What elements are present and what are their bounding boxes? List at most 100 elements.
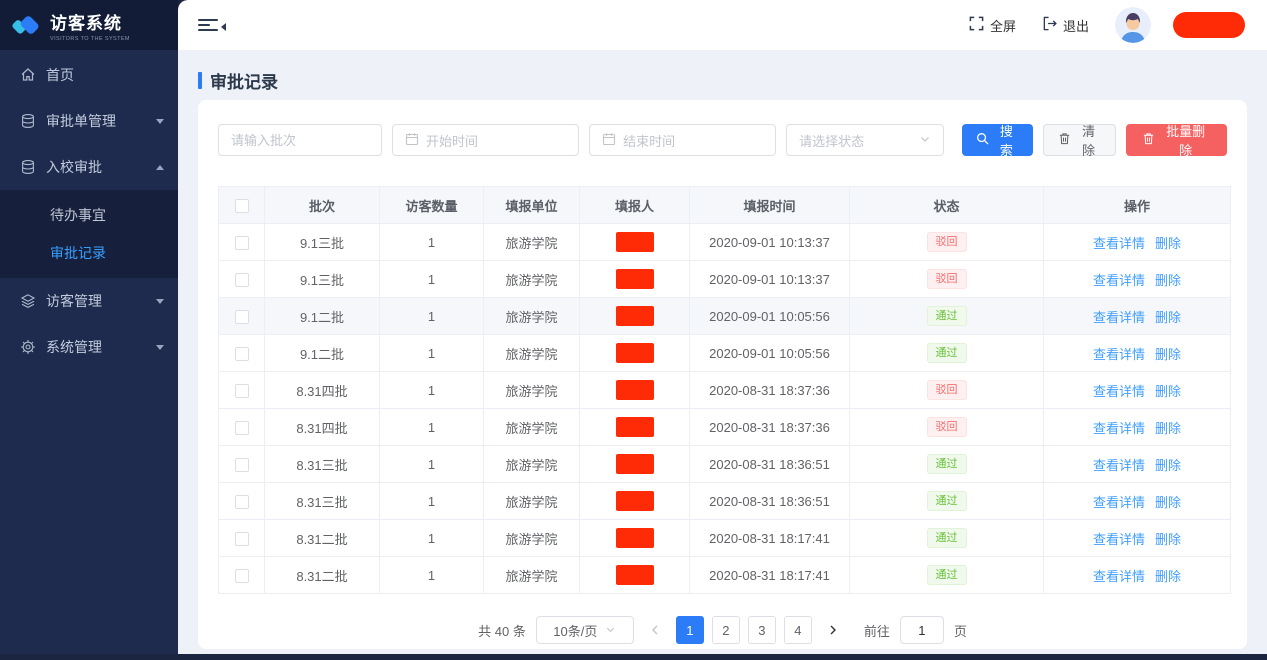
sidebar-item-label: 审批记录 <box>50 243 106 263</box>
row-checkbox[interactable] <box>235 347 249 361</box>
chevron-down-icon <box>156 119 164 124</box>
table-row: 8.31三批1旅游学院2020-08-31 18:36:51通过查看详情删除 <box>219 483 1231 520</box>
sidebar-item-approval-records[interactable]: 审批记录 <box>0 234 178 272</box>
delete-link[interactable]: 删除 <box>1155 421 1181 436</box>
delete-link[interactable]: 删除 <box>1155 384 1181 399</box>
page-button-4[interactable]: 4 <box>784 616 812 644</box>
page-size-select[interactable]: 10条/页 <box>536 616 634 644</box>
cell-visitor-count: 1 <box>380 261 484 298</box>
table-row: 9.1三批1旅游学院2020-09-01 10:13:37驳回查看详情删除 <box>219 224 1231 261</box>
cell-status: 通过 <box>850 520 1044 557</box>
goto-page-input[interactable] <box>900 616 944 644</box>
cell-report-time: 2020-08-31 18:17:41 <box>690 520 850 557</box>
cell-batch: 8.31二批 <box>265 520 380 557</box>
page-title-row: 审批记录 <box>198 60 1247 100</box>
clear-label: 清除 <box>1076 121 1101 159</box>
gear-icon <box>20 339 36 355</box>
avatar[interactable] <box>1115 7 1151 43</box>
page-button-3[interactable]: 3 <box>748 616 776 644</box>
fullscreen-button[interactable]: 全屏 <box>969 16 1016 35</box>
view-detail-link[interactable]: 查看详情 <box>1093 310 1145 325</box>
row-checkbox[interactable] <box>235 569 249 583</box>
sidebar-item-label: 首页 <box>46 65 74 85</box>
sidebar-item-campus-entry-approval[interactable]: 入校审批 <box>0 144 178 190</box>
logo-subtitle: VISITORS TO THE SYSTEM <box>50 36 130 42</box>
delete-link[interactable]: 删除 <box>1155 347 1181 362</box>
next-page-button[interactable] <box>822 624 844 636</box>
sidebar-item-system-management[interactable]: 系统管理 <box>0 324 178 370</box>
logo: 访客系统 VISITORS TO THE SYSTEM <box>0 0 178 50</box>
logout-button[interactable]: 退出 <box>1042 16 1089 35</box>
filter-bar: 开始时间 结束时间 请选择状态 <box>218 124 1227 156</box>
search-button[interactable]: 搜索 <box>962 124 1033 156</box>
cell-batch: 8.31三批 <box>265 483 380 520</box>
cell-unit: 旅游学院 <box>484 446 580 483</box>
view-detail-link[interactable]: 查看详情 <box>1093 273 1145 288</box>
view-detail-link[interactable]: 查看详情 <box>1093 347 1145 362</box>
prev-page-button[interactable] <box>644 624 666 636</box>
delete-link[interactable]: 删除 <box>1155 273 1181 288</box>
row-checkbox[interactable] <box>235 236 249 250</box>
delete-link[interactable]: 删除 <box>1155 458 1181 473</box>
sidebar-item-visitor-management[interactable]: 访客管理 <box>0 278 178 324</box>
cell-reporter <box>580 520 690 557</box>
main-panel: 审批记录 开始时间 结束时间 <box>178 50 1267 654</box>
database-icon <box>20 113 36 129</box>
sidebar-item-todo[interactable]: 待办事宜 <box>0 196 178 234</box>
redacted-name <box>616 269 654 289</box>
cell-batch: 9.1三批 <box>265 261 380 298</box>
status-badge: 驳回 <box>927 417 967 437</box>
sidebar-item-home[interactable]: 首页 <box>0 52 178 98</box>
cell-status: 通过 <box>850 446 1044 483</box>
sidebar-item-label: 入校审批 <box>46 157 102 177</box>
row-checkbox[interactable] <box>235 310 249 324</box>
cell-actions: 查看详情删除 <box>1044 520 1231 557</box>
row-checkbox[interactable] <box>235 458 249 472</box>
view-detail-link[interactable]: 查看详情 <box>1093 495 1145 510</box>
view-detail-link[interactable]: 查看详情 <box>1093 421 1145 436</box>
batch-input[interactable] <box>218 124 382 156</box>
row-checkbox[interactable] <box>235 273 249 287</box>
cell-reporter <box>580 372 690 409</box>
sidebar-item-approval-form-management[interactable]: 审批单管理 <box>0 98 178 144</box>
trash-icon <box>1142 132 1155 148</box>
page-button-1[interactable]: 1 <box>676 616 704 644</box>
sidebar-submenu: 待办事宜 审批记录 <box>0 190 178 278</box>
chevron-down-icon <box>919 133 931 148</box>
row-checkbox[interactable] <box>235 384 249 398</box>
delete-link[interactable]: 删除 <box>1155 236 1181 251</box>
select-all-checkbox[interactable] <box>235 199 249 213</box>
cell-unit: 旅游学院 <box>484 298 580 335</box>
view-detail-link[interactable]: 查看详情 <box>1093 236 1145 251</box>
view-detail-link[interactable]: 查看详情 <box>1093 569 1145 584</box>
row-checkbox[interactable] <box>235 421 249 435</box>
end-time-input[interactable]: 结束时间 <box>589 124 776 156</box>
start-time-input[interactable]: 开始时间 <box>392 124 579 156</box>
cell-actions: 查看详情删除 <box>1044 298 1231 335</box>
delete-link[interactable]: 删除 <box>1155 532 1181 547</box>
delete-link[interactable]: 删除 <box>1155 569 1181 584</box>
cell-reporter <box>580 483 690 520</box>
batch-delete-button[interactable]: 批量删除 <box>1126 124 1227 156</box>
delete-link[interactable]: 删除 <box>1155 310 1181 325</box>
row-checkbox[interactable] <box>235 532 249 546</box>
cell-unit: 旅游学院 <box>484 520 580 557</box>
column-header-batch: 批次 <box>265 187 380 224</box>
row-checkbox[interactable] <box>235 495 249 509</box>
search-icon <box>976 132 989 148</box>
status-select[interactable]: 请选择状态 <box>786 124 944 156</box>
view-detail-link[interactable]: 查看详情 <box>1093 532 1145 547</box>
app-window: 访客系统 VISITORS TO THE SYSTEM 首页 审批单管理 <box>0 0 1267 654</box>
page-button-2[interactable]: 2 <box>712 616 740 644</box>
chevron-down-icon <box>156 299 164 304</box>
logo-text: 访客系统 VISITORS TO THE SYSTEM <box>50 9 130 42</box>
delete-link[interactable]: 删除 <box>1155 495 1181 510</box>
chevron-up-icon <box>156 165 164 170</box>
view-detail-link[interactable]: 查看详情 <box>1093 384 1145 399</box>
view-detail-link[interactable]: 查看详情 <box>1093 458 1145 473</box>
clear-button[interactable]: 清除 <box>1043 124 1116 156</box>
cell-actions: 查看详情删除 <box>1044 557 1231 594</box>
cell-status: 通过 <box>850 483 1044 520</box>
cell-visitor-count: 1 <box>380 557 484 594</box>
sidebar-collapse-button[interactable] <box>198 16 220 34</box>
